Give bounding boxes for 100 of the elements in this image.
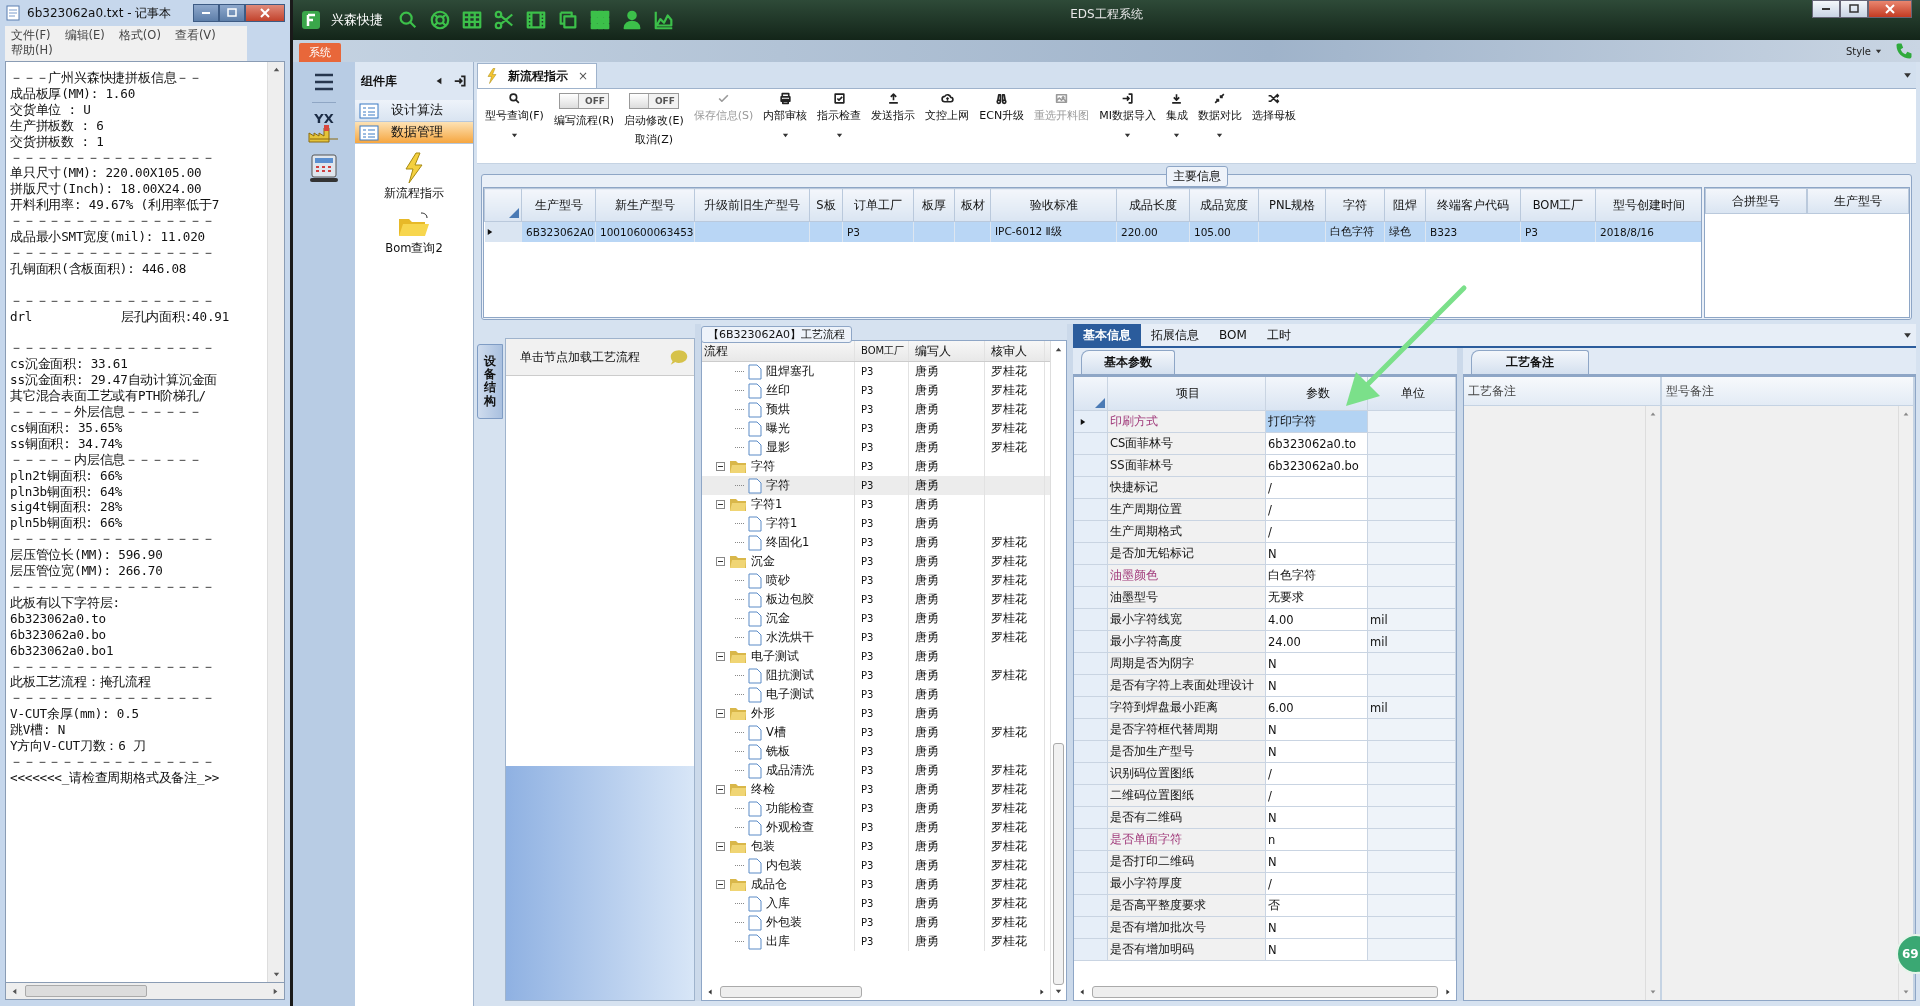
collapse-toggle[interactable] bbox=[716, 709, 725, 718]
menu-item[interactable]: 编辑(E) bbox=[64, 28, 105, 43]
column-header[interactable]: 字符 bbox=[1325, 188, 1385, 222]
menu-item[interactable]: 文件(F) bbox=[11, 28, 51, 43]
scroll-right-icon[interactable] bbox=[271, 986, 280, 996]
close-button[interactable] bbox=[245, 4, 285, 22]
property-value[interactable]: / bbox=[1266, 499, 1368, 521]
scroll-left-icon[interactable] bbox=[1078, 988, 1086, 996]
tree-row[interactable]: 终检 P3 唐勇 罗桂花 bbox=[702, 780, 1050, 799]
scroll-up-icon[interactable] bbox=[271, 65, 281, 74]
tree-row[interactable]: 曝光 P3 唐勇 罗桂花 bbox=[702, 419, 1050, 438]
property-value[interactable]: N bbox=[1266, 675, 1368, 697]
scroll-left-icon[interactable] bbox=[706, 988, 714, 996]
column-header[interactable]: PNL规格 bbox=[1258, 188, 1326, 222]
document-tab[interactable]: 新流程指示 × bbox=[477, 63, 598, 88]
chart-icon[interactable] bbox=[653, 9, 675, 31]
splitter-handle[interactable] bbox=[695, 324, 701, 1001]
collapse-icon[interactable] bbox=[435, 76, 443, 86]
column-header[interactable]: 单位 bbox=[1368, 377, 1456, 411]
category-item[interactable]: 设计算法 bbox=[355, 100, 473, 122]
tree-row[interactable]: V槽 P3 唐勇 罗桂花 bbox=[702, 723, 1050, 742]
tree-row[interactable]: 字符1 P3 唐勇 bbox=[702, 514, 1050, 533]
collapse-toggle[interactable] bbox=[716, 652, 725, 661]
column-header[interactable]: S板 bbox=[809, 188, 843, 222]
side-tab[interactable]: 设备结构 bbox=[477, 344, 503, 419]
property-value[interactable]: n bbox=[1266, 829, 1368, 851]
property-value[interactable]: / bbox=[1266, 521, 1368, 543]
scroll-up-icon[interactable] bbox=[1054, 345, 1063, 354]
tree-row[interactable]: 包装 P3 唐勇 罗桂花 bbox=[702, 837, 1050, 856]
sub-tab[interactable]: 基本参数 bbox=[1081, 350, 1175, 374]
tree-row[interactable]: 外包装 P3 唐勇 罗桂花 bbox=[702, 913, 1050, 932]
property-value[interactable]: / bbox=[1266, 763, 1368, 785]
tree-row[interactable]: 外观检查 P3 唐勇 罗桂花 bbox=[702, 818, 1050, 837]
column-header[interactable]: 板厚 bbox=[913, 188, 955, 222]
phone-icon[interactable] bbox=[1894, 41, 1914, 61]
scroll-thumb[interactable] bbox=[720, 986, 862, 998]
film-icon[interactable] bbox=[525, 9, 547, 31]
property-value[interactable]: 6b323062a0.to bbox=[1266, 433, 1368, 455]
menu-item[interactable]: 格式(O) bbox=[118, 28, 161, 43]
property-value[interactable]: 4.00 bbox=[1266, 609, 1368, 631]
caret-icon[interactable] bbox=[1903, 70, 1912, 80]
column-header[interactable]: 新生产型号 bbox=[595, 188, 695, 222]
scroll-right-icon[interactable] bbox=[1038, 988, 1046, 996]
menu-item[interactable]: 查看(V) bbox=[174, 28, 216, 43]
tree-row[interactable]: 预烘 P3 唐勇 罗桂花 bbox=[702, 400, 1050, 419]
scroll-down-icon[interactable] bbox=[1054, 987, 1063, 996]
toolbar-button[interactable]: MI数据导入 bbox=[1095, 89, 1160, 141]
collapse-toggle[interactable] bbox=[716, 557, 725, 566]
maximize-button[interactable] bbox=[1840, 0, 1868, 18]
table-icon[interactable] bbox=[461, 9, 483, 31]
property-value[interactable]: / bbox=[1266, 477, 1368, 499]
property-value[interactable]: / bbox=[1266, 873, 1368, 895]
property-value[interactable]: 6b323062a0.bo bbox=[1266, 455, 1368, 477]
property-value[interactable]: N bbox=[1266, 741, 1368, 763]
caret-icon[interactable] bbox=[1903, 330, 1912, 340]
tree-row[interactable]: 功能检查 P3 唐勇 罗桂花 bbox=[702, 799, 1050, 818]
property-value[interactable]: N bbox=[1266, 653, 1368, 675]
tree-row[interactable]: 外形 P3 唐勇 bbox=[702, 704, 1050, 723]
sub-tab[interactable]: 工艺备注 bbox=[1471, 350, 1589, 374]
tree-row[interactable]: 阻抗测试 P3 唐勇 罗桂花 bbox=[702, 666, 1050, 685]
column-header[interactable]: 板材 bbox=[954, 188, 991, 222]
toolbar-button[interactable]: 文控上网 bbox=[921, 89, 974, 125]
property-value[interactable]: / bbox=[1266, 785, 1368, 807]
tree-row[interactable]: 出库 P3 唐勇 罗桂花 bbox=[702, 932, 1050, 951]
toolbar-button[interactable]: ECN升级 bbox=[975, 89, 1029, 125]
collapse-toggle[interactable] bbox=[716, 500, 725, 509]
scroll-left-icon[interactable] bbox=[10, 986, 19, 996]
property-value[interactable]: 6.00 bbox=[1266, 697, 1368, 719]
column-header[interactable]: 项目 bbox=[1108, 377, 1266, 411]
table-row[interactable]: 6B323062A0 10010600063453 P3 IPC-6012 Ⅱ级 220.00 105.00 白色字符 绿色 B323 P3 2018/8/16 bbox=[484, 221, 1701, 242]
toolbar-button[interactable]: 内部审核 bbox=[759, 89, 812, 141]
component-tile[interactable]: 新流程指示 bbox=[384, 152, 444, 201]
tree-row[interactable]: 终固化1 P3 唐勇 罗桂花 bbox=[702, 533, 1050, 552]
property-value[interactable]: N bbox=[1266, 939, 1368, 961]
tree-row[interactable]: 铣板 P3 唐勇 bbox=[702, 742, 1050, 761]
toggle-button[interactable]: OFF 编写流程(R) bbox=[549, 89, 619, 130]
tab[interactable]: 基本信息 bbox=[1073, 324, 1141, 346]
property-value[interactable]: 否 bbox=[1266, 895, 1368, 917]
scroll-thumb[interactable] bbox=[1053, 743, 1064, 985]
tree-row[interactable]: 字符 P3 唐勇 bbox=[702, 476, 1050, 495]
collapse-toggle[interactable] bbox=[716, 880, 725, 889]
column-header[interactable]: 生产型号 bbox=[521, 188, 596, 222]
tree-row[interactable]: 内包装 P3 唐勇 罗桂花 bbox=[702, 856, 1050, 875]
person-icon[interactable] bbox=[621, 9, 643, 31]
property-value[interactable]: N bbox=[1266, 543, 1368, 565]
collapse-toggle[interactable] bbox=[716, 842, 725, 851]
search-icon[interactable] bbox=[397, 9, 419, 31]
tree-row[interactable]: 电子测试 P3 唐勇 bbox=[702, 685, 1050, 704]
column-header[interactable]: 生产型号 bbox=[1807, 188, 1909, 214]
column-header[interactable]: 流程 bbox=[702, 341, 855, 361]
scroll-thumb[interactable] bbox=[1092, 986, 1438, 998]
horizontal-scrollbar[interactable] bbox=[5, 983, 285, 1000]
tree-row[interactable]: 板边包胶 P3 唐勇 罗桂花 bbox=[702, 590, 1050, 609]
toolbar-button[interactable]: 选择母板 bbox=[1247, 89, 1300, 125]
tree-row[interactable]: 水洗烘干 P3 唐勇 罗桂花 bbox=[702, 628, 1050, 647]
column-header[interactable]: 编写人 bbox=[909, 341, 985, 361]
minimize-button[interactable] bbox=[1812, 0, 1840, 18]
toolbar-button[interactable]: 型号查询(F) bbox=[481, 89, 548, 141]
scroll-right-icon[interactable] bbox=[1444, 988, 1452, 996]
maximize-button[interactable] bbox=[219, 4, 245, 22]
